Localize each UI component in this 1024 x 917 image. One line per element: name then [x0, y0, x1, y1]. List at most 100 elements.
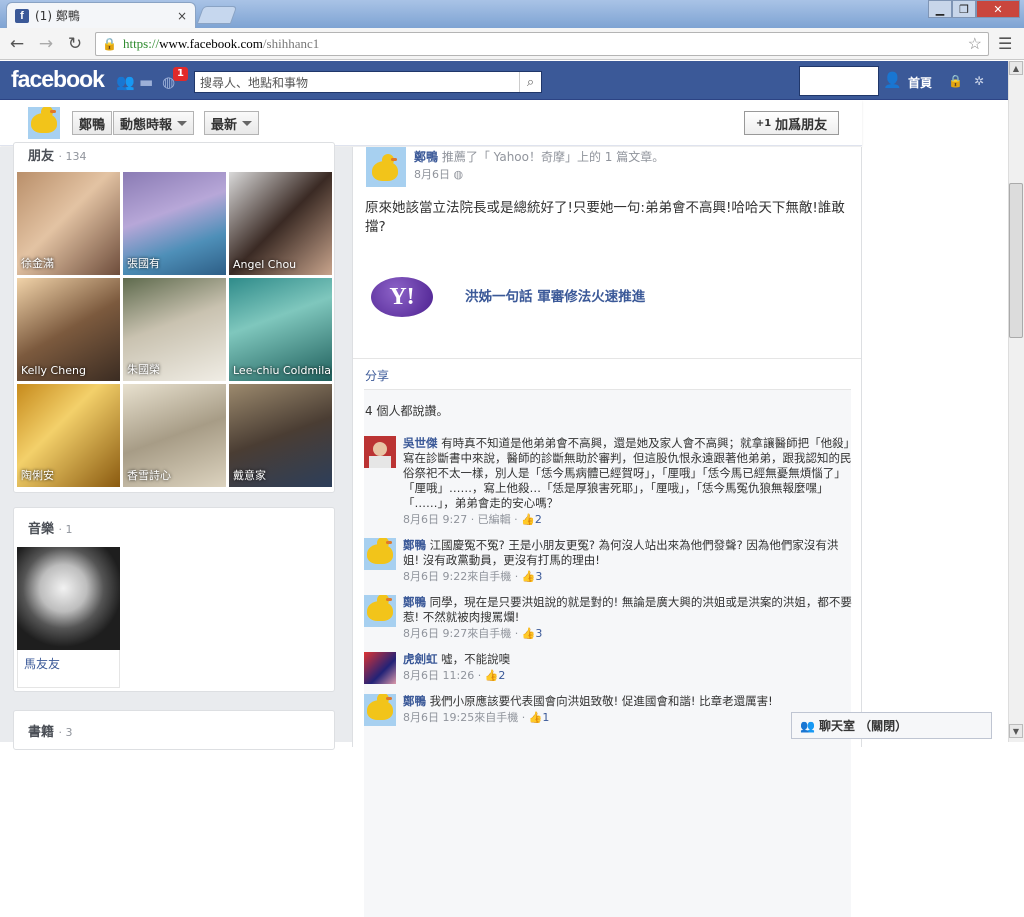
comment-like-count[interactable]: 3: [535, 627, 542, 640]
comment-meta: 8月6日 19:25來自手機 · 👍1: [403, 710, 853, 725]
comment-time[interactable]: 8月6日 11:26 ·: [403, 669, 481, 682]
comment: 虎劍虹 噓，不能說噢 8月6日 11:26 · 👍2: [403, 652, 853, 683]
friend-tile[interactable]: Angel Chou: [229, 172, 332, 275]
comment-like-count[interactable]: 3: [535, 570, 542, 583]
comment-author[interactable]: 鄭鴨: [403, 694, 426, 708]
share-link[interactable]: 分享: [365, 367, 389, 384]
music-artist-photo[interactable]: [17, 547, 120, 650]
facebook-logo[interactable]: facebook: [11, 66, 105, 93]
profile-name-button[interactable]: 鄭鴨: [72, 111, 113, 135]
shared-link-title[interactable]: 洪姊一句話 軍審修法火速推進: [465, 285, 645, 305]
comment-like-count[interactable]: 1: [542, 711, 549, 724]
post-author-avatar[interactable]: [366, 147, 406, 187]
comment-avatar[interactable]: [364, 595, 396, 627]
thumbs-up-icon[interactable]: 👍: [522, 570, 536, 583]
friend-tile[interactable]: Kelly Cheng: [17, 278, 120, 381]
privacy-shortcuts-icon[interactable]: 🔒: [948, 74, 963, 88]
comment-avatar[interactable]: [364, 436, 396, 468]
browser-menu-icon[interactable]: ☰: [998, 34, 1012, 53]
url-scheme: https://: [122, 36, 160, 51]
friend-tile[interactable]: Lee-chiu Coldmila: [229, 278, 332, 381]
friend-name: Lee-chiu Coldmila: [233, 364, 332, 377]
find-friends-icon[interactable]: 👤: [883, 71, 902, 89]
forward-icon[interactable]: →: [35, 33, 57, 55]
comment: 鄭鴨 我們小原應該要代表國會向洪姐致敬! 促進國會和諧! 比章老還厲害! 8月6…: [403, 694, 853, 725]
comment: 鄭鴨 同學，現在是只要洪姐說的就是對的! 無論是廣大興的洪姐或是洪案的洪姐，都不…: [403, 595, 853, 641]
minimize-icon[interactable]: ▁: [928, 0, 952, 18]
profile-avatar[interactable]: [28, 107, 60, 139]
bookmark-star-icon[interactable]: ☆: [968, 34, 982, 54]
comment-author[interactable]: 吳世傑: [403, 436, 438, 450]
public-globe-icon: ◍: [453, 168, 464, 181]
timeline-dropdown[interactable]: 動態時報: [113, 111, 195, 135]
friend-tile[interactable]: 香雪詩心: [123, 384, 226, 487]
friend-tile[interactable]: 徐金滿: [17, 172, 120, 275]
url-bar[interactable]: 🔒 https:// www.facebook.com /shihhanc1 ☆: [95, 32, 989, 56]
notification-badge: 1: [173, 67, 188, 81]
new-tab-button[interactable]: [196, 6, 238, 24]
url-path: /shihhanc1: [262, 36, 320, 51]
comment-time[interactable]: 8月6日 19:25來自手機 ·: [403, 711, 525, 724]
music-artist-name[interactable]: 馬友友: [17, 650, 120, 688]
scrollbar-thumb[interactable]: [1009, 183, 1023, 338]
post-header: 鄭鴨 推薦了「 Yahoo！奇摩」上的 1 篇文章。: [414, 148, 854, 165]
messages-icon[interactable]: ▬: [139, 73, 153, 91]
thumbs-up-icon[interactable]: 👍: [485, 669, 499, 682]
friend-tile[interactable]: 張國有: [123, 172, 226, 275]
comment-like-count[interactable]: 2: [535, 513, 542, 526]
search-icon[interactable]: ⌕: [519, 72, 541, 92]
maximize-icon[interactable]: ❐: [952, 0, 976, 18]
recent-dropdown[interactable]: 最新: [204, 111, 260, 135]
friend-tile[interactable]: 朱國榮: [123, 278, 226, 381]
reload-icon[interactable]: ↻: [64, 33, 86, 55]
timeline-label: 動態時報: [120, 117, 173, 133]
settings-gear-icon[interactable]: ✲: [974, 74, 984, 88]
music-heading[interactable]: 音樂 · 1: [28, 518, 73, 537]
browser-tab[interactable]: f (1) 鄭鴨 ×: [6, 2, 196, 28]
music-count: · 1: [58, 523, 73, 536]
thumbs-up-icon[interactable]: 👍: [521, 513, 535, 526]
friend-requests-icon[interactable]: 👥: [116, 73, 135, 91]
comment-meta: 8月6日 9:22來自手機 · 👍3: [403, 569, 853, 584]
yahoo-logo[interactable]: Y!: [369, 271, 453, 319]
comment-time[interactable]: 8月6日 9:27來自手機 ·: [403, 627, 518, 640]
comment-like-count[interactable]: 2: [498, 669, 505, 682]
search-input[interactable]: 搜尋人、地點和事物 ⌕: [194, 71, 542, 93]
comment-text: 有時真不知道是他弟弟會不高興，還是她及家人會不高興；就拿讓醫師把「他殺」寫在診斷…: [403, 436, 852, 510]
friend-tile[interactable]: 戴意家: [229, 384, 332, 487]
thumbs-up-icon[interactable]: 👍: [529, 711, 543, 724]
tab-title: (1) 鄭鴨: [35, 9, 80, 23]
back-icon[interactable]: ←: [6, 33, 28, 55]
friend-tile[interactable]: 陶俐安: [17, 384, 120, 487]
friends-heading[interactable]: 朋友 · 134: [28, 145, 87, 164]
close-tab-icon[interactable]: ×: [177, 9, 187, 23]
thumbs-up-icon[interactable]: 👍: [522, 627, 536, 640]
home-link[interactable]: 首頁: [908, 74, 932, 91]
chat-sidebar-toggle[interactable]: 👥 聊天室 （關閉）: [791, 712, 992, 739]
scroll-down-icon[interactable]: ▼: [1009, 724, 1023, 738]
comment-avatar[interactable]: [364, 694, 396, 726]
comment-author[interactable]: 鄭鴨: [403, 538, 426, 552]
friend-name: 張國有: [127, 257, 160, 270]
user-profile-box[interactable]: [799, 66, 879, 96]
friend-name: 戴意家: [233, 469, 266, 482]
post-author-name[interactable]: 鄭鴨: [414, 150, 438, 164]
comment-avatar[interactable]: [364, 652, 396, 684]
comment-time[interactable]: 8月6日 9:27 · 已編輯 ·: [403, 513, 518, 526]
scroll-up-icon[interactable]: ▲: [1009, 61, 1023, 75]
chat-label: 聊天室 （關閉）: [818, 719, 908, 733]
comment-avatar[interactable]: [364, 538, 396, 570]
friend-name: 陶俐安: [21, 469, 54, 482]
window-close-icon[interactable]: ✕: [976, 0, 1020, 18]
books-title: 書籍: [28, 725, 55, 740]
comment-author[interactable]: 虎劍虹: [403, 652, 438, 666]
books-heading[interactable]: 書籍 · 3: [28, 721, 73, 740]
comment-author[interactable]: 鄭鴨: [403, 595, 426, 609]
comment-text: 我們小原應該要代表國會向洪姐致敬! 促進國會和諧! 比章老還厲害!: [429, 694, 773, 708]
comment: 鄭鴨 江國慶冤不冤? 王是小朋友更冤? 為何沒人站出來為他們發聲? 因為他們家沒…: [403, 538, 853, 584]
post-timestamp[interactable]: 8月6日 ◍: [414, 166, 463, 182]
add-friend-button[interactable]: +1 加爲朋友: [744, 111, 839, 135]
likes-summary[interactable]: 4 個人都說讚。: [365, 402, 448, 419]
page-scrollbar[interactable]: [1008, 61, 1024, 742]
comment-time[interactable]: 8月6日 9:22來自手機 ·: [403, 570, 518, 583]
